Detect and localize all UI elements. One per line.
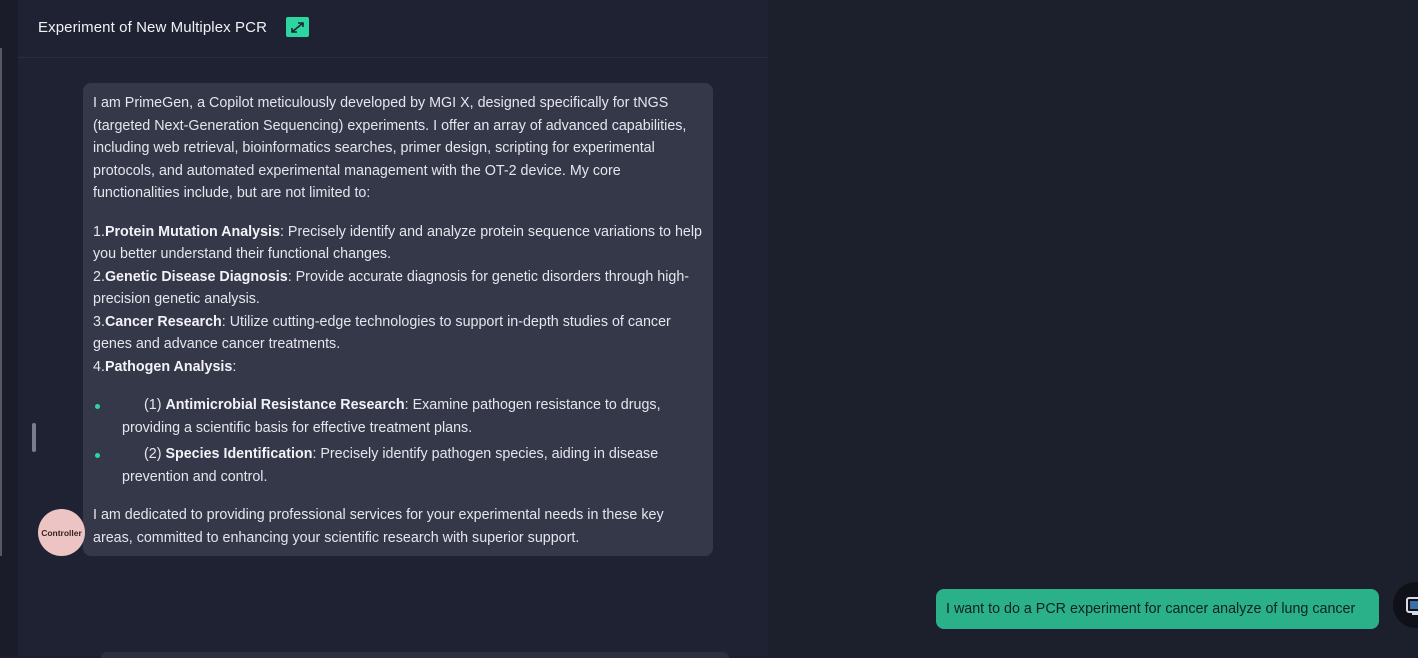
capability-item: 3.Cancer Research: Utilize cutting-edge … bbox=[93, 311, 703, 356]
sub-item-number: (2) bbox=[144, 446, 166, 462]
sub-item-title: Species Identification bbox=[165, 446, 313, 462]
capability-title: Pathogen Analysis bbox=[104, 358, 233, 375]
next-message-edge bbox=[101, 652, 729, 658]
sub-item-title: Antimicrobial Resistance Research bbox=[165, 397, 405, 413]
page-title: Experiment of New Multiplex PCR bbox=[38, 19, 268, 36]
rail-divider bbox=[0, 48, 2, 556]
expand-arrows-icon bbox=[291, 21, 304, 33]
avatar-label: Controller bbox=[41, 527, 82, 538]
chat-header: Experiment of New Multiplex PCR bbox=[18, 0, 768, 58]
capability-number: 3. bbox=[93, 313, 105, 330]
expand-button[interactable] bbox=[286, 17, 309, 37]
capability-number: 2. bbox=[93, 268, 105, 285]
pathogen-sublist: (1) Antimicrobial Resistance Research: E… bbox=[93, 394, 703, 488]
avatar[interactable]: Controller bbox=[38, 509, 85, 556]
list-item: (2) Species Identification: Precisely id… bbox=[95, 443, 703, 488]
intro-text: I am PrimeGen, a Copilot meticulously de… bbox=[93, 95, 687, 201]
user-message-text: I want to do a PCR experiment for cancer… bbox=[946, 601, 1356, 617]
capability-list: 1.Protein Mutation Analysis: Precisely i… bbox=[93, 221, 703, 379]
capability-item: 2.Genetic Disease Diagnosis: Provide acc… bbox=[93, 266, 703, 311]
capability-title: Protein Mutation Analysis bbox=[104, 223, 280, 240]
capability-item: 4.Pathogen Analysis: bbox=[93, 356, 703, 379]
user-avatar[interactable] bbox=[1393, 582, 1418, 628]
sub-item-number: (1) bbox=[144, 397, 166, 413]
capability-number: 4. bbox=[93, 358, 105, 375]
capability-number: 1. bbox=[93, 223, 105, 240]
capability-item: 1.Protein Mutation Analysis: Precisely i… bbox=[93, 221, 703, 266]
capability-title: Genetic Disease Diagnosis bbox=[104, 268, 288, 285]
capability-desc: : bbox=[232, 358, 237, 375]
left-rail bbox=[0, 0, 18, 656]
scroll-handle[interactable] bbox=[32, 423, 36, 452]
user-avatar-icon bbox=[1406, 597, 1418, 615]
list-item: (1) Antimicrobial Resistance Research: E… bbox=[95, 394, 703, 439]
assistant-message: I am PrimeGen, a Copilot meticulously de… bbox=[83, 83, 713, 556]
user-message: I want to do a PCR experiment for cancer… bbox=[936, 589, 1379, 629]
closing-text: I am dedicated to providing professional… bbox=[93, 507, 664, 546]
capability-title: Cancer Research bbox=[104, 313, 222, 330]
